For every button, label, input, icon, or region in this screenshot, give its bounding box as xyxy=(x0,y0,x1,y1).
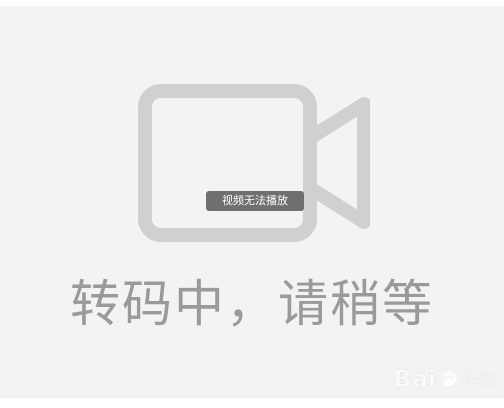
baidu-paw-icon xyxy=(442,371,457,387)
baidu-jingyan-watermark: Bai 经验 xyxy=(393,367,498,391)
watermark-brand-part1: Bai xyxy=(393,365,436,393)
playback-error-tooltip: 视频无法播放 xyxy=(206,191,304,211)
video-player: 视频无法播放 转码中，请稍等 Bai 经验 xyxy=(0,6,504,398)
video-camera-icon xyxy=(138,84,370,242)
transcoding-status-text: 转码中，请稍等 xyxy=(70,275,434,333)
watermark-brand-part2: 经验 xyxy=(462,370,498,391)
